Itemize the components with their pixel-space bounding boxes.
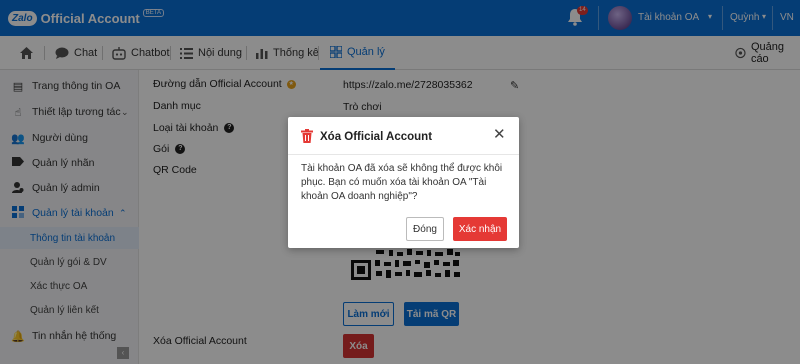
dialog-message: Tài khoản OA đã xóa sẽ không thể được kh… [301,163,503,202]
trash-icon [301,129,313,143]
dialog-divider [288,154,519,155]
dialog-title: Xóa Official Account [320,131,433,143]
close-button[interactable]: Đóng [406,217,444,241]
confirm-button[interactable]: Xác nhận [453,217,507,241]
delete-oa-dialog: Xóa Official Account ✕ Tài khoản OA đã x… [288,117,519,248]
close-icon[interactable]: ✕ [493,127,506,142]
